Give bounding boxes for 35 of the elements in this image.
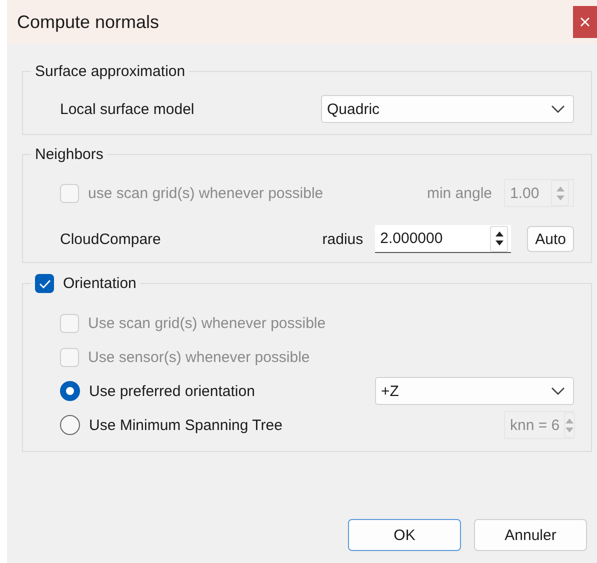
spin-box: 1.00: [504, 179, 574, 207]
spin-box: knn = 6: [504, 411, 574, 439]
cancel-button[interactable]: Annuler: [474, 519, 587, 551]
down-arrow-icon: [564, 426, 574, 432]
field-label: CloudCompare: [60, 230, 161, 248]
ok-button[interactable]: OK: [348, 519, 461, 551]
close-button[interactable]: [573, 6, 597, 38]
checkbox-label: Use scan grid(s) whenever possible: [88, 314, 326, 332]
down-arrow-icon: [556, 194, 564, 200]
up-arrow-icon: [556, 186, 564, 192]
radio-button[interactable]: [60, 381, 80, 401]
dropdown[interactable]: +Z: [375, 377, 574, 405]
field-label: Local surface model: [60, 100, 194, 118]
down-arrow-icon: [494, 240, 504, 246]
dropdown[interactable]: Quadric: [321, 95, 574, 123]
radio-label: Use preferred orientation: [89, 382, 255, 400]
checkbox-label: use scan grid(s) whenever possible: [88, 184, 324, 202]
check-icon: [38, 278, 50, 288]
field-label: radius: [322, 230, 364, 248]
radio-button[interactable]: [60, 415, 80, 435]
group-title: Neighbors: [34, 146, 104, 163]
window-title: Compute normals: [16, 12, 160, 32]
checkbox-label: Use sensor(s) whenever possible: [88, 348, 310, 366]
chevron-down-icon: [551, 387, 565, 395]
auto-button[interactable]: Auto: [527, 226, 574, 252]
spin-box[interactable]: 2.000000: [375, 225, 512, 253]
close-icon: [580, 17, 590, 27]
chevron-down-icon: [551, 105, 565, 113]
group-title: Surface approximation: [34, 63, 186, 80]
radio-label: Use Minimum Spanning Tree: [89, 416, 282, 434]
group-title: Orientation: [63, 275, 136, 292]
up-arrow-icon: [494, 231, 504, 237]
field-label: min angle: [426, 184, 492, 202]
checkbox[interactable]: [35, 274, 54, 293]
up-arrow-icon: [564, 418, 574, 424]
